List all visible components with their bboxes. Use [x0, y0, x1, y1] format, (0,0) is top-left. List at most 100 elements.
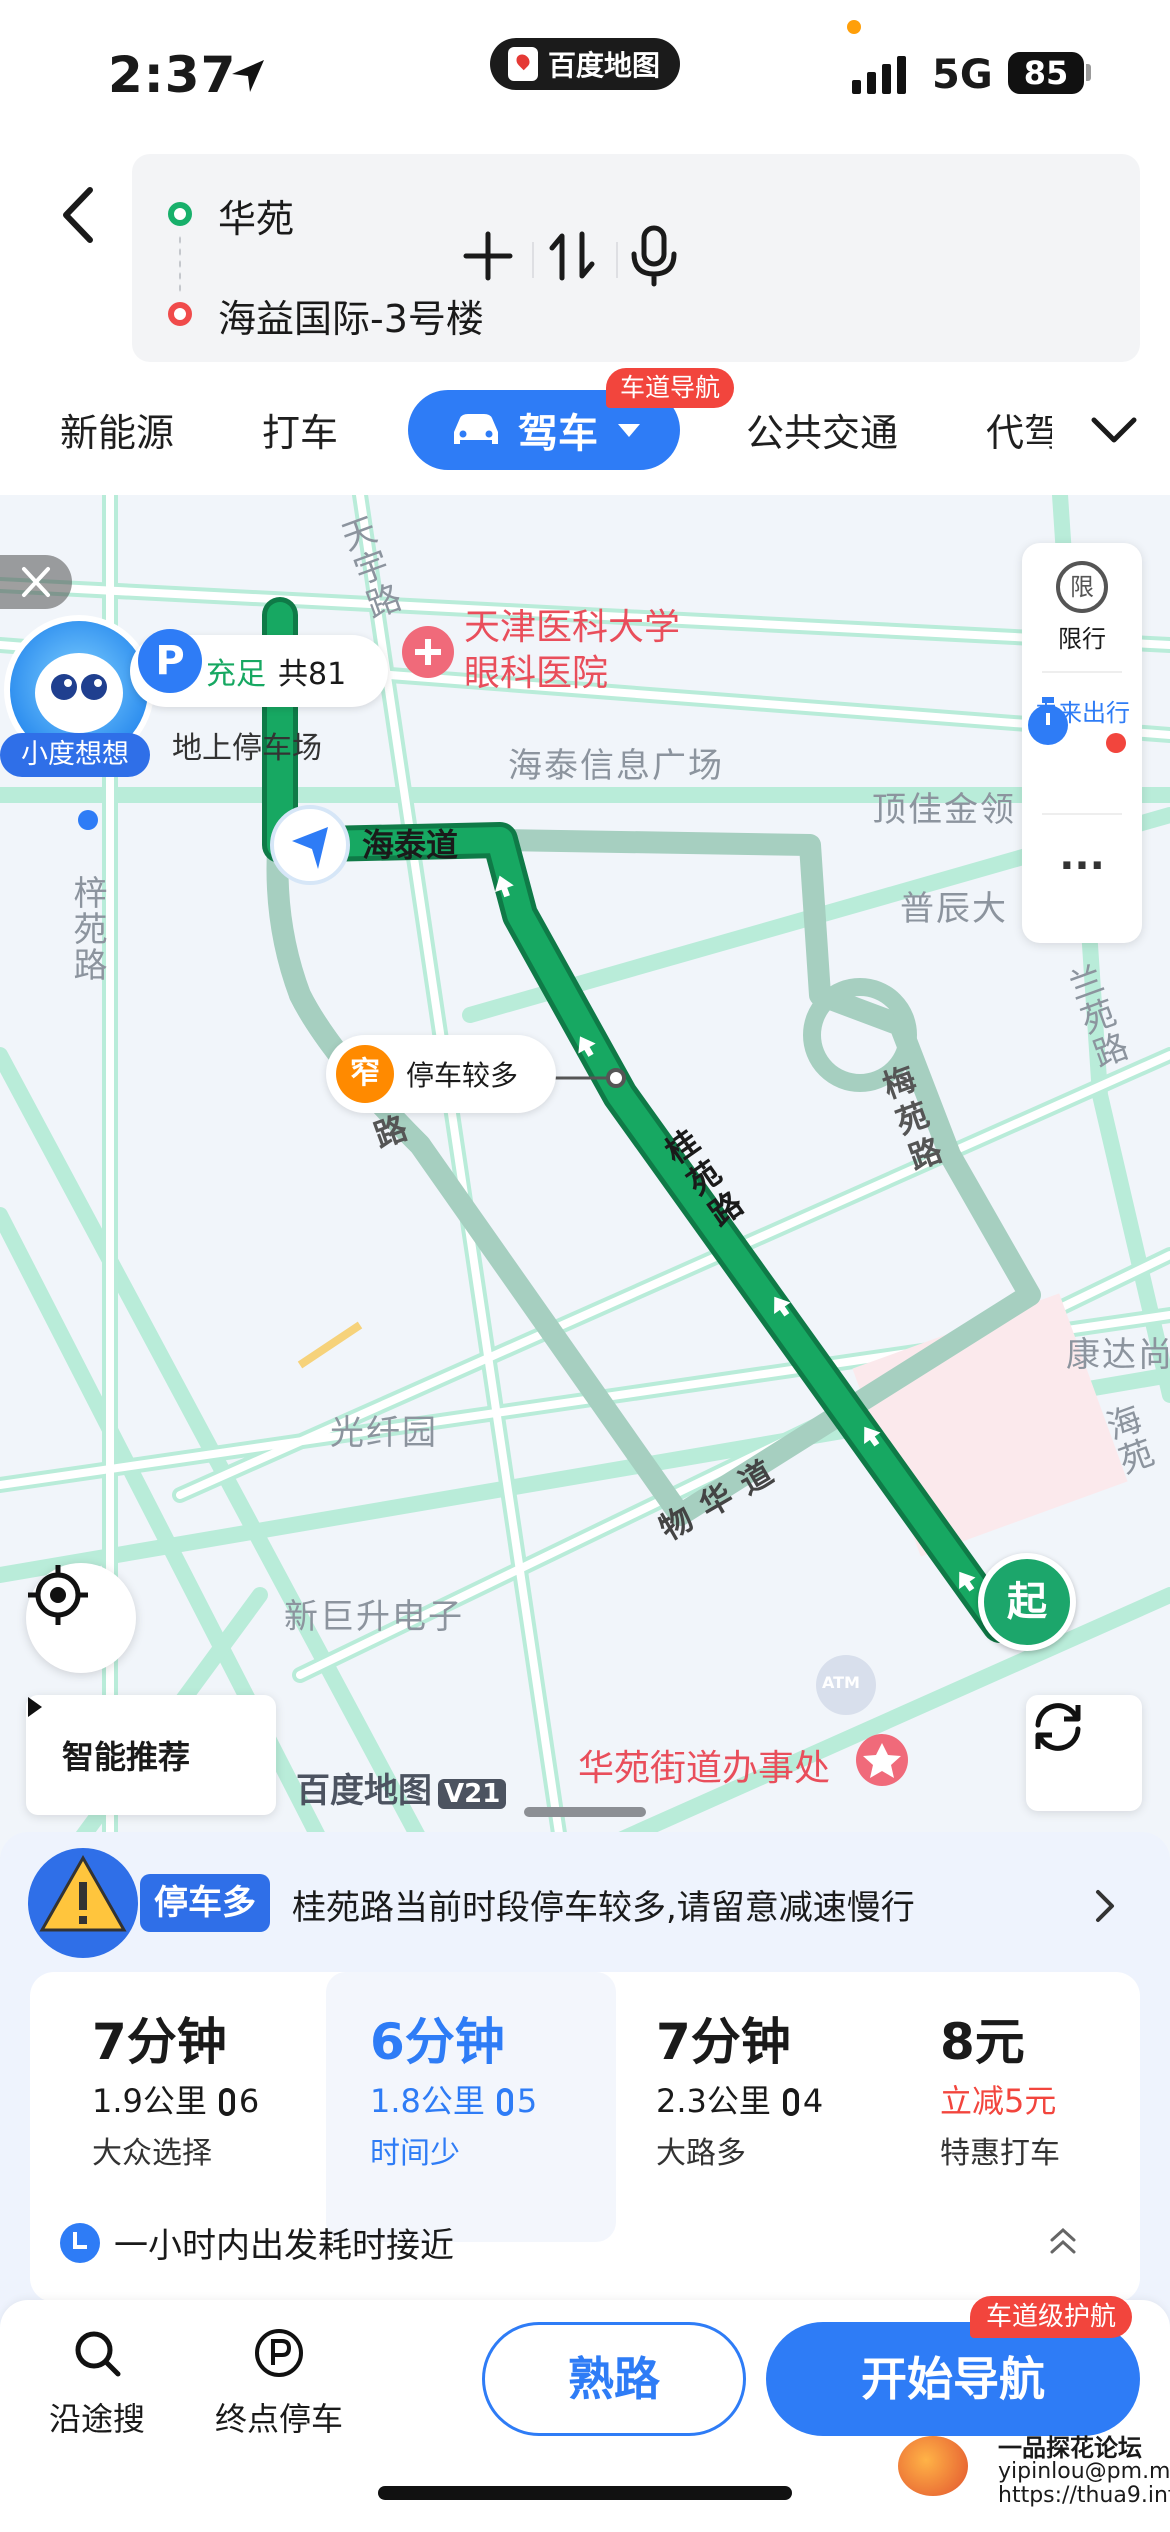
- familiar-route-button[interactable]: 熟路: [482, 2322, 746, 2436]
- forum-logo: [898, 2436, 968, 2496]
- swap-icon: [549, 231, 595, 281]
- forum-email: yipinlou@pm.me: [998, 2459, 1170, 2484]
- poi-office[interactable]: 华苑街道办事处: [578, 1739, 830, 1791]
- congestion-text: 停车较多: [406, 1059, 519, 1092]
- signal-icon: [852, 56, 906, 94]
- divider: [1042, 671, 1122, 673]
- parking-icon: [255, 2329, 303, 2377]
- car-icon: [454, 414, 498, 444]
- destination-dot-icon: [168, 302, 192, 326]
- lane-guard-badge: 车道级护航: [970, 2296, 1133, 2338]
- route-time: 7分钟: [656, 2013, 791, 2071]
- route-header: 华苑 海益国际-3号楼 新能源 打车 驾车 车道导航 公共交通 代驾: [0, 150, 1170, 495]
- route-distance: 2.3公里 4: [656, 2082, 824, 2120]
- forum-title: 一品探花论坛: [998, 2434, 1142, 2462]
- sheet-drag-handle[interactable]: [524, 1807, 646, 1817]
- route-connector: [178, 234, 182, 296]
- caret-down-icon: [618, 423, 640, 437]
- divider: [616, 242, 618, 278]
- start-navigation-button[interactable]: 开始导航: [766, 2322, 1140, 2436]
- end-parking-label: 终点停车: [214, 2400, 343, 2438]
- divider: [532, 242, 534, 278]
- mode-taxi[interactable]: 打车: [262, 402, 338, 457]
- map-side-panel: 限 限行 未来出行 ···: [1022, 543, 1142, 943]
- route-input-box: 华苑 海益国际-3号楼: [132, 154, 1140, 362]
- smart-recommend-button[interactable]: 智能推荐: [26, 1695, 276, 1815]
- divider: [1042, 813, 1122, 815]
- app-name: 百度地图: [548, 49, 661, 82]
- route-option-1[interactable]: 7分钟 1.9公里 6 大众选择: [30, 1972, 320, 2242]
- search-icon: [75, 2331, 121, 2377]
- more-button[interactable]: ···: [1022, 843, 1142, 889]
- congestion-chip[interactable]: 窄 停车较多: [326, 1035, 556, 1113]
- microphone-icon: [631, 225, 677, 287]
- refresh-button[interactable]: [1026, 1695, 1142, 1811]
- forum-watermark: 一品探花论坛 yipinlou@pm.me https://thua9.info: [998, 2436, 1170, 2508]
- route-option-taxi[interactable]: 8元 立减5元 特惠打车: [918, 1972, 1140, 2242]
- back-button[interactable]: [50, 180, 110, 250]
- route-distance: 1.9公里 6: [92, 2082, 260, 2120]
- voice-button[interactable]: [622, 224, 686, 288]
- mode-transit[interactable]: 公共交通: [746, 402, 898, 457]
- taxi-discount: 立减5元: [940, 2082, 1057, 2120]
- mode-drive-label: 驾车: [518, 411, 598, 457]
- mode-chauffeur[interactable]: 代驾: [986, 402, 1052, 457]
- road-ziyuan: 梓苑路: [67, 875, 107, 983]
- poi-xinjusheng[interactable]: 新巨升电子: [284, 1589, 464, 1638]
- poi-dingjia[interactable]: 顶佳金领: [872, 782, 1022, 831]
- end-parking-button[interactable]: 终点停车: [214, 2322, 344, 2440]
- swap-button[interactable]: [540, 224, 604, 288]
- parking-icon: P: [138, 629, 202, 693]
- map-view[interactable]: 小度想想 充足 共81 P 地上停车场 天津医科大学 眼科医院 海泰信息广场 顶…: [0, 495, 1170, 1840]
- battery-icon: 85: [1008, 52, 1084, 94]
- poi-hospital-line2: 眼科医院: [464, 653, 609, 694]
- home-indicator[interactable]: [378, 2486, 792, 2500]
- mascot-label[interactable]: 小度想想: [0, 733, 150, 777]
- close-button[interactable]: [0, 555, 72, 609]
- add-waypoint-button[interactable]: [456, 224, 520, 288]
- locate-button[interactable]: [26, 1563, 136, 1673]
- route-time: 7分钟: [92, 2013, 227, 2071]
- smart-recommend-label: 智能推荐: [62, 1738, 191, 1776]
- traffic-light-icon: [218, 2088, 235, 2116]
- search-along-button[interactable]: 沿途搜: [32, 2322, 162, 2440]
- poi-plaza[interactable]: 海泰信息广场: [508, 738, 724, 787]
- traffic-alert[interactable]: 停车多 桂苑路当前时段停车较多,请留意减速慢行: [0, 1832, 1170, 1972]
- hour-hint[interactable]: 一小时内出发耗时接近: [60, 2218, 454, 2267]
- privacy-indicator: [847, 20, 861, 34]
- future-travel-button[interactable]: 未来出行: [1022, 693, 1142, 745]
- start-pin[interactable]: 起: [978, 1553, 1076, 1651]
- alert-text: 桂苑路当前时段停车较多,请留意减速慢行: [292, 1888, 915, 1928]
- hour-hint-text: 一小时内出发耗时接近: [114, 2226, 454, 2266]
- route-tag: 大众选择: [92, 2136, 212, 2171]
- route-option-3[interactable]: 7分钟 2.3公里 4 大路多: [622, 1972, 912, 2242]
- network-type: 5G: [932, 52, 993, 98]
- restrict-button[interactable]: 限 限行: [1022, 561, 1142, 654]
- chevron-down-icon[interactable]: [1088, 412, 1140, 448]
- route-options: 7分钟 1.9公里 6 大众选择 6分钟 1.8公里 5 时间少 7分钟 2.3公里…: [30, 1972, 1140, 2302]
- taxi-price: 8元: [940, 2013, 1025, 2071]
- parking-status: 充足: [206, 657, 266, 692]
- traffic-light-icon: [782, 2088, 799, 2116]
- app-pill[interactable]: 百度地图: [490, 38, 680, 90]
- chevron-up-double-icon[interactable]: [1046, 2226, 1080, 2256]
- mode-new-energy[interactable]: 新能源: [60, 402, 174, 457]
- crosshair-icon: [28, 1565, 88, 1625]
- poi-puchen[interactable]: 普辰大: [900, 881, 1022, 930]
- poi-hospital[interactable]: 天津医科大学 眼科医院: [464, 605, 680, 697]
- route-tag: 大路多: [656, 2136, 746, 2171]
- notification-dot: [1106, 733, 1126, 753]
- restrict-icon: 限: [1056, 561, 1108, 613]
- refresh-icon: [1035, 1703, 1081, 1751]
- stopwatch-icon: [1028, 697, 1068, 745]
- close-icon: [22, 567, 50, 597]
- warning-icon: [28, 1848, 138, 1958]
- plus-icon: [463, 231, 513, 281]
- poi-kangda[interactable]: 康达尚: [1066, 1327, 1170, 1376]
- route-option-2[interactable]: 6分钟 1.8公里 5 时间少: [326, 1972, 616, 2242]
- origin-field[interactable]: 华苑: [218, 188, 294, 243]
- destination-field[interactable]: 海益国际-3号楼: [218, 288, 484, 343]
- poi-hospital-line1: 天津医科大学: [464, 607, 681, 648]
- poi-guangxian[interactable]: 光纤园: [330, 1405, 438, 1454]
- watermark-version: V21: [438, 1779, 507, 1809]
